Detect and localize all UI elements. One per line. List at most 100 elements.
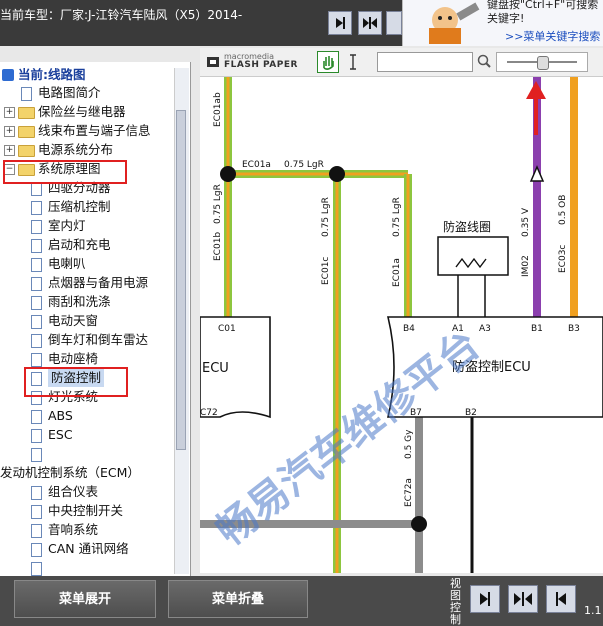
label-ec01b: EC01b <box>213 232 223 261</box>
expand-icon[interactable]: + <box>4 145 15 156</box>
label-lgr-right: 0.75 LgR <box>392 197 402 237</box>
expand-menu-button[interactable]: 菜单展开 <box>14 580 156 618</box>
tree-item-label: 电源系统分布 <box>38 142 114 157</box>
menu-search-link[interactable]: >>菜单关键字搜索 <box>505 28 600 44</box>
tree-item-label: 压缩机控制 <box>48 199 111 214</box>
text-cursor-icon <box>350 54 356 70</box>
tree-item-label: 启动和充电 <box>48 237 111 252</box>
brand-bottom: FLASH PAPER <box>224 60 298 70</box>
ecu-left-label: ECU <box>202 361 229 376</box>
document-icon <box>31 201 42 215</box>
document-icon <box>31 410 42 424</box>
label-035v: 0.35 V <box>521 207 531 237</box>
arrow-left-bar-icon <box>556 592 566 606</box>
nav-next-button[interactable] <box>386 11 402 35</box>
menu-tree: 当前:线路图 电路图简介 + 保险丝与继电器 + 线束布置与端子信息 + 电源系统分布 − 系统… <box>0 62 191 576</box>
label-ec01ab: EC01ab <box>213 92 223 127</box>
document-icon <box>31 220 42 234</box>
vehicle-label: 当前车型：厂家:J-江铃汽车陆风（X5）2014- <box>0 8 243 22</box>
document-icon <box>31 429 42 443</box>
junction-dot-left <box>220 166 236 182</box>
label-lgr-b: 0.75 LgR <box>213 184 223 224</box>
tree-item-label: 音响系统 <box>48 522 99 537</box>
tree-item-label: 保险丝与继电器 <box>38 104 126 119</box>
tree-item-label: 电动座椅 <box>48 351 99 366</box>
pin-c01: C01 <box>218 324 236 334</box>
document-icon <box>31 315 42 329</box>
tree-item-label: CAN 通讯网络 <box>48 541 129 556</box>
tree-item-label: 室内灯 <box>48 218 86 233</box>
document-icon <box>31 239 42 253</box>
tree-item-label: ESC <box>48 427 73 442</box>
tree-item-label: 发动机控制系统（ECM） <box>0 465 140 480</box>
highlight-box-system <box>3 160 127 184</box>
tree-root-label: 当前:线路图 <box>18 67 86 82</box>
flash-paper-icon <box>207 57 219 67</box>
hand-icon <box>323 56 334 70</box>
annotation-arrow-head <box>526 81 546 99</box>
collapse-menu-button[interactable]: 菜单折叠 <box>168 580 308 618</box>
zoom-slider-thumb[interactable] <box>537 56 549 70</box>
split-arrows-icon <box>363 17 377 29</box>
document-icon <box>31 505 42 519</box>
nav-split-button[interactable] <box>358 11 382 35</box>
root-icon <box>2 69 14 81</box>
text-select-button[interactable] <box>346 52 360 72</box>
document-icon <box>31 353 42 367</box>
document-icon <box>31 543 42 557</box>
document-icon <box>31 448 42 462</box>
pin-a3: A3 <box>479 324 491 334</box>
magnifier-icon <box>477 54 491 68</box>
arrow-right-bar-icon <box>336 17 345 29</box>
view-left-button[interactable] <box>470 585 500 613</box>
label-ec03c: EC03c <box>558 245 568 273</box>
nav-prev-button[interactable] <box>328 11 352 35</box>
document-icon <box>31 562 42 576</box>
view-control-label: 视图控制 <box>450 578 461 626</box>
document-icon <box>31 258 42 272</box>
pin-c72: C72 <box>200 408 218 418</box>
label-lgr-top: 0.75 LgR <box>284 160 324 170</box>
folder-icon <box>18 107 35 119</box>
highlight-box-theft <box>24 367 128 397</box>
junction-dot-ground <box>411 516 427 532</box>
view-right-button[interactable] <box>546 585 576 613</box>
theft-coil-box <box>437 236 509 276</box>
document-icon <box>31 182 42 196</box>
zoom-slider[interactable] <box>496 52 588 72</box>
hand-tool-button[interactable] <box>317 51 339 73</box>
search-tip-panel: 键盘按"Ctrl+F"可搜索关键字! >>菜单关键字搜索 <box>402 0 603 46</box>
search-tip-text: 键盘按"Ctrl+F"可搜索关键字! <box>487 0 599 25</box>
document-icon <box>31 486 42 500</box>
expand-icon[interactable]: + <box>4 107 15 118</box>
tree-item-label: 雨刮和洗涤 <box>48 294 111 309</box>
find-input[interactable] <box>377 52 473 72</box>
tree-item-label: 电动天窗 <box>48 313 99 328</box>
view-split-button[interactable] <box>508 585 538 613</box>
pin-b3: B3 <box>568 324 580 334</box>
tree-item-label: 倒车灯和倒车雷达 <box>48 332 149 347</box>
tree-item-label: 线束布置与端子信息 <box>38 123 151 138</box>
tree-item-label: 组合仪表 <box>48 484 99 499</box>
document-icon <box>31 334 42 348</box>
wiring-diagram: EC01ab EC01a 0.75 LgR EC01b 0.75 LgR EC0… <box>200 77 603 573</box>
tree-scroll-thumb[interactable] <box>176 110 186 450</box>
document-icon <box>31 296 42 310</box>
arrow-right-bar-icon <box>480 592 490 606</box>
label-lgr-c: 0.75 LgR <box>321 197 331 237</box>
pin-b4: B4 <box>403 324 415 334</box>
theft-coil-label: 防盗线圈 <box>443 219 491 234</box>
document-icon <box>31 524 42 538</box>
label-05ob: 0.5 OB <box>558 195 568 225</box>
label-ec01a-top: EC01a <box>242 160 271 170</box>
junction-dot-middle <box>329 166 345 182</box>
zoom-search-button[interactable] <box>477 54 491 71</box>
split-arrows-icon <box>514 592 532 606</box>
connector-arrow <box>529 165 545 182</box>
viewer-toolbar: macromedia FLASH PAPER <box>200 48 603 77</box>
pin-b2: B2 <box>465 408 477 418</box>
tree-item-label: ABS <box>48 408 73 423</box>
expand-icon[interactable]: + <box>4 126 15 137</box>
label-ec72a: EC72a <box>404 478 414 507</box>
tree-item-label: 点烟器与备用电源 <box>48 275 149 290</box>
